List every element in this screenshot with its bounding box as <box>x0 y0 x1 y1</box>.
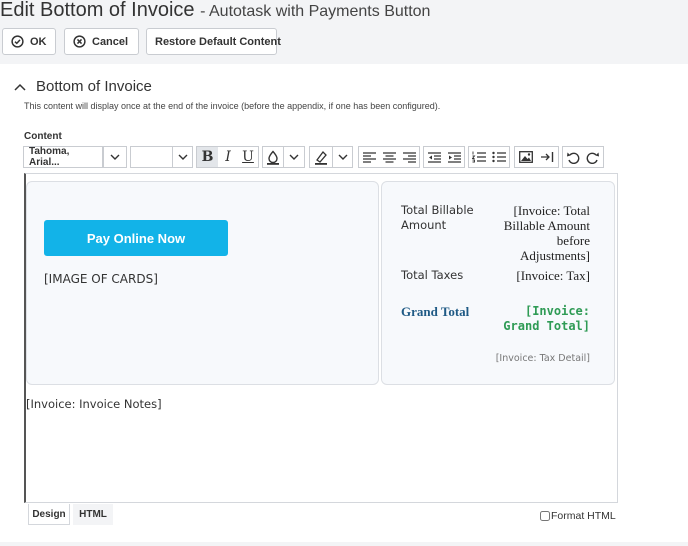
ok-button[interactable]: OK <box>2 28 56 55</box>
page-title: Edit Bottom of Invoice - Autotask with P… <box>0 0 430 22</box>
invoice-notes: [Invoice: Invoice Notes] <box>26 397 162 411</box>
bold-button[interactable]: B <box>197 147 218 167</box>
cancel-button[interactable]: Cancel <box>64 28 139 55</box>
insert-field-button[interactable] <box>537 147 558 167</box>
format-html-option: Format HTML <box>540 510 616 522</box>
font-color-icon <box>267 149 279 165</box>
close-circle-icon <box>73 35 86 48</box>
image-icon <box>519 151 533 163</box>
section-title: Bottom of Invoice <box>36 78 152 95</box>
undo-icon <box>567 152 580 164</box>
chevron-down-icon <box>338 154 347 160</box>
indent-icon <box>447 151 461 163</box>
section-description: This content will display once at the en… <box>24 101 441 111</box>
font-family-value: Tahoma, Arial... <box>29 146 70 168</box>
ordered-list-button[interactable] <box>469 147 489 167</box>
font-size-select[interactable] <box>130 146 174 168</box>
history-group <box>562 146 604 168</box>
total-taxes-value: [Invoice: Tax] <box>516 268 590 283</box>
chevron-down-icon <box>110 154 120 160</box>
insert-arrow-icon <box>541 152 554 162</box>
indent-group <box>423 146 465 168</box>
align-center-icon <box>382 151 396 163</box>
page-title-text: Edit Bottom of Invoice <box>0 0 195 21</box>
align-right-icon <box>402 151 416 163</box>
redo-icon <box>586 152 599 164</box>
highlight-button[interactable] <box>309 146 333 168</box>
outdent-icon <box>427 151 441 163</box>
text-style-group: B I U <box>196 146 259 168</box>
font-color-button[interactable] <box>262 146 284 168</box>
align-left-icon <box>362 151 376 163</box>
align-center-button[interactable] <box>379 147 399 167</box>
highlight-dropdown[interactable] <box>332 146 353 168</box>
chevron-up-icon <box>14 83 26 91</box>
tab-design[interactable]: Design <box>28 504 70 525</box>
format-html-checkbox[interactable] <box>540 511 550 521</box>
restore-default-button-label: Restore Default Content <box>155 35 281 48</box>
cards-image-placeholder: [IMAGE OF CARDS] <box>44 272 158 286</box>
section-header[interactable]: Bottom of Invoice <box>14 78 152 95</box>
grand-total-value: [Invoice: Grand Total] <box>503 304 590 333</box>
chevron-down-icon <box>289 154 299 160</box>
list-group <box>468 146 510 168</box>
insert-image-button[interactable] <box>516 147 537 167</box>
grand-total-label: Grand Total <box>401 304 470 319</box>
bullet-list-icon <box>492 151 506 163</box>
insert-group <box>514 146 559 168</box>
font-family-select[interactable]: Tahoma, Arial... <box>23 146 103 168</box>
font-color-dropdown[interactable] <box>283 146 305 168</box>
ok-button-label: OK <box>30 35 47 48</box>
pay-online-button[interactable]: Pay Online Now <box>44 220 228 256</box>
italic-button[interactable]: I <box>218 147 238 167</box>
total-billable-label: Total Billable Amount <box>401 203 474 232</box>
align-right-button[interactable] <box>399 147 419 167</box>
alignment-group <box>358 146 420 168</box>
highlighter-icon <box>315 150 327 165</box>
redo-button[interactable] <box>583 147 603 167</box>
bullet-list-button[interactable] <box>489 147 509 167</box>
restore-default-button[interactable]: Restore Default Content <box>146 28 281 55</box>
tab-html[interactable]: HTML <box>73 504 113 525</box>
check-circle-icon <box>11 35 24 48</box>
undo-button[interactable] <box>563 147 583 167</box>
underline-button[interactable]: U <box>238 147 258 167</box>
title-bar: Edit Bottom of Invoice - Autotask with P… <box>0 0 688 24</box>
ordered-list-icon <box>472 151 486 163</box>
cancel-button-label: Cancel <box>92 35 129 48</box>
content-label: Content <box>24 131 62 142</box>
outdent-button[interactable] <box>424 147 444 167</box>
format-html-label: Format HTML <box>551 510 616 522</box>
total-billable-value: [Invoice: Total Billable Amount before A… <box>503 203 590 263</box>
chevron-down-icon <box>178 154 187 160</box>
font-family-dropdown[interactable] <box>103 146 127 168</box>
font-size-dropdown[interactable] <box>172 146 193 168</box>
tax-detail: [Invoice: Tax Detail] <box>495 353 590 364</box>
align-left-button[interactable] <box>359 147 379 167</box>
total-taxes-label: Total Taxes <box>401 268 464 282</box>
page-subtitle: - Autotask with Payments Button <box>200 3 431 20</box>
indent-button[interactable] <box>444 147 464 167</box>
